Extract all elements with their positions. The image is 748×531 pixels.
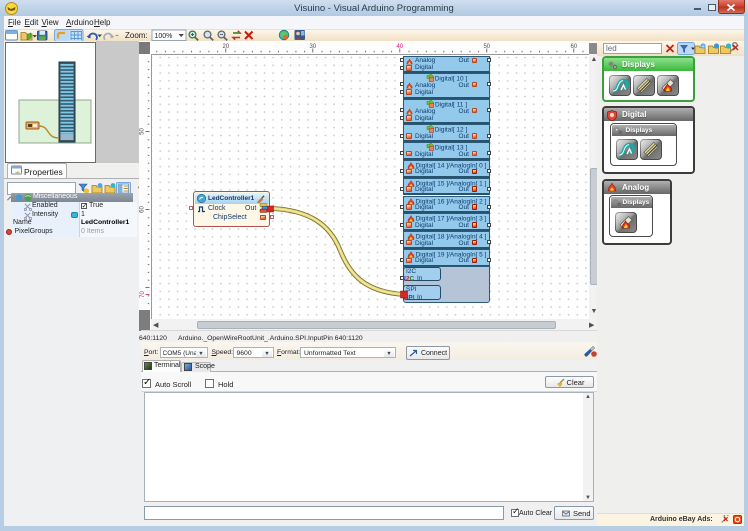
- svg-text:+: +: [702, 44, 705, 50]
- svg-text:30: 30: [309, 44, 316, 50]
- svg-text:60: 60: [570, 44, 577, 50]
- svg-text:100%: 100%: [155, 33, 173, 40]
- svg-text:70: 70: [140, 290, 146, 297]
- svg-text:60: 60: [139, 205, 145, 212]
- svg-text:SPI: SPI: [404, 294, 415, 301]
- svg-text:40: 40: [396, 44, 403, 50]
- svg-text:20: 20: [222, 44, 229, 50]
- svg-text:Zoom:: Zoom:: [125, 31, 148, 40]
- svg-text:50: 50: [483, 44, 490, 50]
- svg-text:I2C: I2C: [404, 276, 414, 283]
- svg-text:50: 50: [139, 127, 145, 134]
